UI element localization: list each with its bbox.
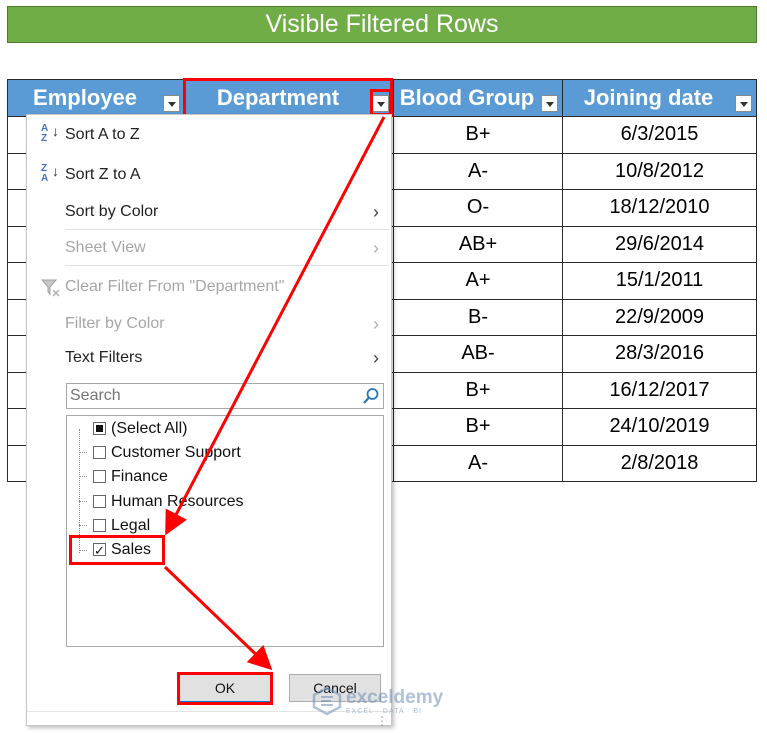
autofilter-menu: A Z ↓ Sort A to Z Z A ↓ Sort Z to A Sort by …	[26, 114, 392, 728]
cell-joining-date[interactable]: 18/12/2010	[562, 189, 757, 227]
checkbox[interactable]	[93, 495, 106, 508]
menu-sort-a-to-z[interactable]: A Z ↓ Sort A to Z	[27, 120, 391, 150]
tree-connector	[79, 501, 87, 502]
cell-blood-group[interactable]: B+	[393, 408, 563, 446]
cell-blood-group[interactable]: A-	[393, 152, 563, 190]
cell-joining-date[interactable]: 10/8/2012	[562, 152, 757, 190]
header-joining-date: Joining date	[562, 79, 757, 117]
tree-connector	[79, 476, 87, 477]
menu-separator	[65, 229, 389, 230]
sort-ascending-icon: A Z ↓	[41, 123, 59, 144]
checkbox[interactable]	[93, 446, 106, 459]
department-header-highlight	[183, 78, 393, 117]
menu-sort-by-color[interactable]: Sort by Color ›	[27, 197, 391, 227]
cell-blood-group[interactable]: A+	[393, 262, 563, 300]
tree-connector	[79, 525, 87, 526]
checkbox-partial[interactable]	[93, 422, 106, 435]
cell-blood-group[interactable]: B+	[393, 371, 563, 409]
filter-search-box	[66, 383, 384, 409]
banner-title: Visible Filtered Rows	[7, 6, 757, 43]
sort-descending-icon: Z A ↓	[41, 163, 59, 184]
filter-dropdown-employee[interactable]	[163, 95, 180, 112]
watermark: exceldemy EXCEL · DATA · BI	[312, 686, 443, 720]
chevron-right-icon: ›	[373, 238, 379, 258]
checkbox[interactable]	[93, 470, 106, 483]
filter-dropdown-blood-group[interactable]	[541, 95, 558, 112]
header-blood-group: Blood Group	[393, 79, 563, 117]
cell-blood-group[interactable]: AB-	[393, 335, 563, 373]
cell-joining-date[interactable]: 2/8/2018	[562, 444, 757, 482]
filter-values-list: (Select All) Customer Support Finance Hu…	[66, 415, 384, 647]
chevron-right-icon: ›	[373, 202, 379, 222]
checkbox[interactable]	[93, 519, 106, 532]
sales-option-highlight	[69, 535, 165, 565]
menu-text-filters[interactable]: Text Filters ›	[27, 343, 391, 373]
exceldemy-logo-icon	[312, 686, 342, 716]
menu-separator	[65, 265, 389, 266]
cell-joining-date[interactable]: 29/6/2014	[562, 225, 757, 263]
cell-blood-group[interactable]: A-	[393, 444, 563, 482]
cell-joining-date[interactable]: 15/1/2011	[562, 262, 757, 300]
chevron-right-icon: ›	[373, 348, 379, 368]
cell-joining-date[interactable]: 24/10/2019	[562, 408, 757, 446]
menu-filter-by-color: Filter by Color ›	[27, 309, 391, 339]
menu-sort-z-to-a[interactable]: Z A ↓ Sort Z to A	[27, 160, 391, 190]
watermark-brand: exceldemy	[346, 687, 444, 708]
cell-joining-date[interactable]: 16/12/2017	[562, 371, 757, 409]
cell-blood-group[interactable]: O-	[393, 189, 563, 227]
clear-filter-icon	[40, 278, 61, 297]
filter-dropdown-joining-date[interactable]	[735, 95, 752, 112]
cell-blood-group[interactable]: B+	[393, 116, 563, 154]
header-employee: Employee	[7, 79, 185, 117]
ok-button-highlight	[177, 672, 273, 705]
cell-joining-date[interactable]: 22/9/2009	[562, 298, 757, 336]
cell-joining-date[interactable]: 28/3/2016	[562, 335, 757, 373]
cell-blood-group[interactable]: AB+	[393, 225, 563, 263]
department-dropdown-highlight	[370, 89, 392, 116]
chevron-right-icon: ›	[373, 314, 379, 334]
filter-search-input[interactable]	[67, 384, 352, 408]
cell-blood-group[interactable]: B-	[393, 298, 563, 336]
menu-clear-filter: Clear Filter From "Department"	[27, 272, 391, 302]
cell-joining-date[interactable]: 6/3/2015	[562, 116, 757, 154]
watermark-tagline: EXCEL · DATA · BI	[346, 708, 422, 715]
search-icon[interactable]	[362, 387, 380, 405]
tree-connector	[79, 452, 87, 453]
menu-sheet-view: Sheet View ›	[27, 233, 391, 263]
